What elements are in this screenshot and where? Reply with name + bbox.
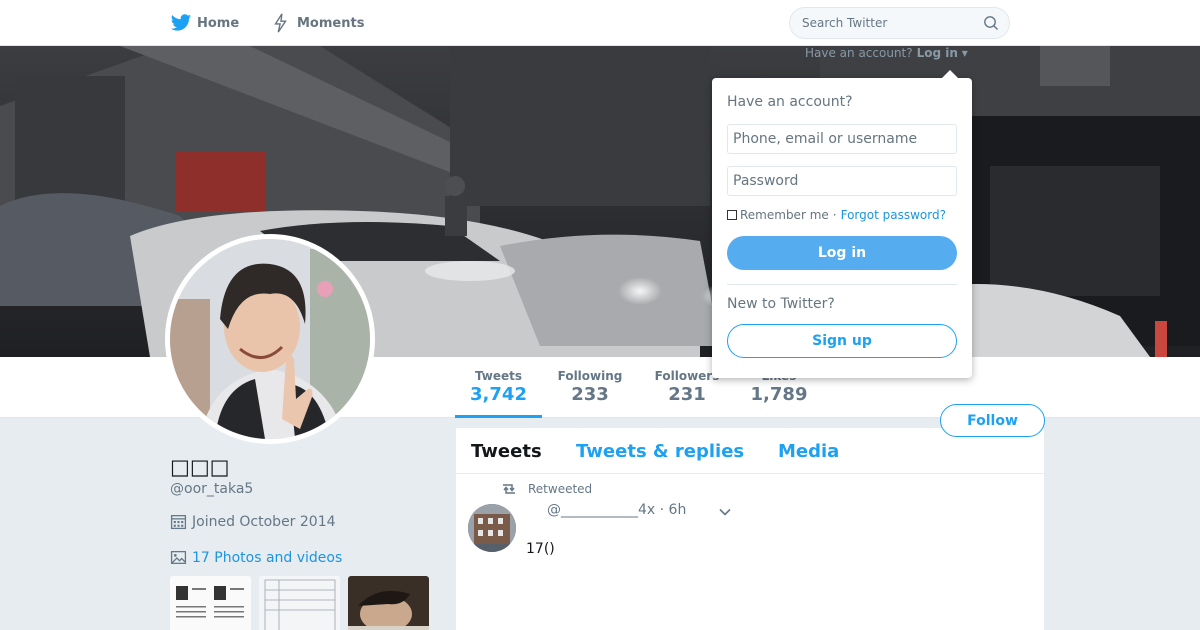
stat-tweets[interactable]: Tweets 3,742 [455,369,542,418]
stat-value: 231 [668,384,706,405]
remember-checkbox[interactable] [727,210,737,220]
twitter-bird-icon [170,14,192,31]
search-input[interactable] [790,8,970,38]
stat-value: 3,742 [470,384,527,405]
chevron-down-icon[interactable] [718,505,732,519]
thumbnail-form [259,576,340,630]
thumbnail-document [170,576,251,630]
login-hint[interactable]: Have an account? Log in ▾ [805,46,968,60]
search-box [789,7,1010,39]
login-prompt: Have an account? [805,46,913,60]
timeline: Tweets Tweets & replies Media Retweeted … [456,428,1044,630]
nav-home[interactable]: Home [170,12,239,34]
password-input[interactable] [727,166,957,196]
caret-down-icon: ▾ [957,46,968,60]
tweet-avatar-photo [468,504,516,552]
avatar-photo [170,239,370,439]
stat-following[interactable]: Following 233 [555,369,625,405]
login-button[interactable]: Log in [727,236,957,270]
dropdown-caret [942,70,958,78]
follow-button[interactable]: Follow [940,404,1045,437]
tweet-header: @___________4x · 6h [547,502,686,518]
top-nav: Home Moments [0,0,1200,46]
forgot-password-link[interactable]: Forgot password? [841,208,946,222]
profile-handle[interactable]: @oor_taka5 [170,481,253,497]
tweet-time[interactable]: · 6h [660,502,687,518]
media-thumbnail[interactable] [348,576,429,630]
tab-tweets[interactable]: Tweets [471,441,542,462]
login-link[interactable]: Log in [917,46,958,60]
search-icon[interactable] [983,15,999,31]
nav-home-label: Home [197,15,240,31]
username-input[interactable] [727,124,957,154]
stat-label: Tweets [474,369,523,383]
photos-videos-link[interactable]: 17 Photos and videos [170,549,342,566]
separator-dot: · [832,208,837,222]
photos-link-text: 17 Photos and videos [192,549,343,566]
remember-label[interactable]: Remember me [740,208,829,222]
tweet-handle[interactable]: @___________4x [547,502,655,518]
tweet-text: 17() [526,541,555,557]
profile-name: □□□ [170,455,230,479]
photo-icon [170,551,187,564]
tab-tweets-and-replies[interactable]: Tweets & replies [576,441,744,462]
login-dropdown: Have an account? Remember me · Forgot pa… [712,70,972,378]
dropdown-divider [727,284,957,285]
retweet-icon [503,484,515,494]
remember-row: Remember me · Forgot password? [727,208,946,222]
new-to-twitter-heading: New to Twitter? [727,296,835,312]
login-heading: Have an account? [727,94,853,110]
stat-value: 233 [571,384,609,405]
thumbnail-photo [348,576,429,630]
profile-joined: Joined October 2014 [170,513,336,530]
tab-media[interactable]: Media [778,441,839,462]
profile-avatar[interactable] [165,234,375,444]
nav-moments[interactable]: Moments [270,12,364,34]
signup-button[interactable]: Sign up [727,324,957,358]
nav-moments-label: Moments [297,15,365,31]
tweet-avatar[interactable] [468,504,516,552]
stat-label: Following [557,369,623,383]
media-thumbnail[interactable] [259,576,340,630]
retweet-label: Retweeted [528,482,593,496]
media-thumbnail[interactable] [170,576,251,630]
stat-value: 1,789 [750,384,808,405]
lightning-icon [274,13,287,33]
joined-text: Joined October 2014 [192,513,336,530]
retweet-context: Retweeted [500,482,592,496]
calendar-icon [170,515,187,530]
